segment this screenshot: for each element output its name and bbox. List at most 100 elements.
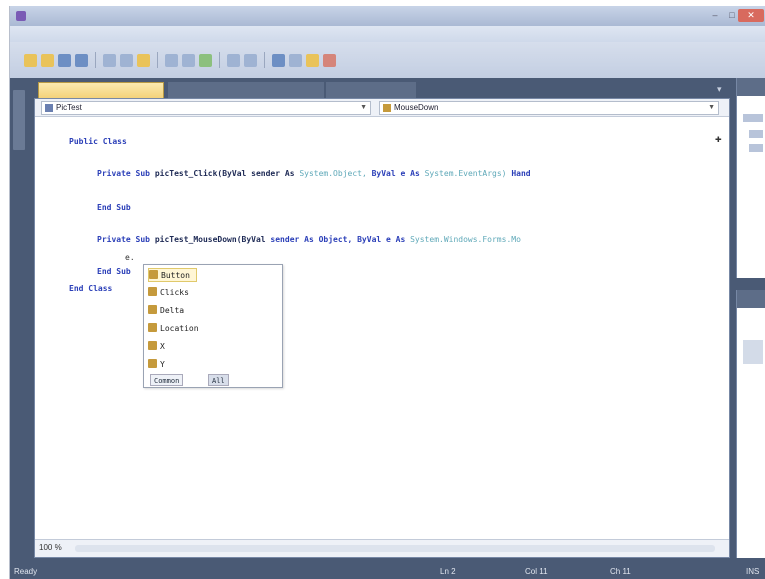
split-handle-icon[interactable]: ✚ — [715, 132, 722, 145]
tab-code-file[interactable] — [38, 82, 164, 98]
menu-bar — [10, 26, 765, 42]
intellisense-item[interactable]: Button — [148, 268, 197, 282]
ide-window: – □ ✕ ▾ PicTest ▼ MouseDown ▼ ✚ Public C… — [9, 6, 765, 579]
property-icon — [148, 287, 157, 296]
intellisense-item[interactable]: Clicks — [148, 286, 189, 300]
type-name: System.Windows.Forms.Mo — [410, 235, 521, 244]
pause-icon[interactable] — [227, 53, 240, 67]
keyword: Private Sub — [97, 235, 150, 244]
toolbar-separator — [219, 52, 220, 68]
left-dock-strip — [10, 78, 28, 568]
zoom-level[interactable]: 100 % — [39, 543, 62, 552]
property-icon — [148, 341, 157, 350]
keyword: Public Class — [69, 137, 127, 146]
keyword: End Class — [69, 284, 113, 293]
toolbar-separator — [264, 52, 265, 68]
code-line: Public Class — [69, 137, 127, 146]
object-icon — [45, 104, 53, 112]
close-button[interactable]: ✕ — [738, 9, 764, 22]
code-line: Private Sub picTest_Click(ByVal sender A… — [97, 169, 531, 178]
horizontal-scrollbar[interactable] — [75, 545, 715, 552]
code-text-area[interactable]: ✚ Public Class Private Sub picTest_Click… — [35, 118, 729, 538]
class-name-dropdown[interactable]: PicTest ▼ — [41, 101, 371, 115]
close-tab-icon[interactable]: ▾ — [717, 84, 722, 95]
document-tab-strip: ▾ — [34, 78, 730, 98]
new-project-icon[interactable] — [24, 53, 37, 67]
chevron-down-icon: ▼ — [708, 104, 715, 111]
find-icon[interactable] — [272, 53, 285, 67]
method-signature: picTest_MouseDown(ByVal — [154, 235, 266, 244]
status-column: Col 11 — [525, 567, 548, 576]
panel-header — [737, 78, 765, 96]
text-caret: e. — [125, 253, 135, 262]
code-editor[interactable]: PicTest ▼ MouseDown ▼ ✚ Public Class Pri… — [34, 98, 730, 558]
minimize-button[interactable]: – — [706, 9, 724, 22]
undo-icon[interactable] — [165, 53, 178, 67]
parameter: sender As Object, ByVal e As — [270, 235, 406, 244]
tab-object-browser[interactable] — [326, 82, 416, 98]
keyword: Hand — [511, 169, 531, 178]
paste-icon[interactable] — [137, 53, 150, 67]
property-icon — [148, 359, 157, 368]
title-bar: – □ ✕ — [10, 6, 765, 26]
type-name: System.Object, — [299, 169, 367, 178]
start-debug-icon[interactable] — [199, 53, 212, 67]
parameter: sender As — [251, 169, 295, 178]
toolbar-separator — [95, 52, 96, 68]
tab-designer[interactable] — [168, 82, 324, 98]
method-name-value: MouseDown — [394, 103, 439, 112]
keyword: End Sub — [97, 203, 131, 212]
tree-item[interactable] — [749, 130, 763, 138]
code-line: End Sub — [97, 203, 131, 212]
solution-explorer-icon[interactable] — [289, 53, 302, 67]
navigation-bar: PicTest ▼ MouseDown ▼ — [35, 99, 729, 117]
code-line: Private Sub picTest_MouseDown(ByVal send… — [97, 235, 521, 244]
panel-header — [737, 290, 765, 308]
stop-icon[interactable] — [244, 53, 257, 67]
intellisense-item[interactable]: X — [148, 340, 165, 354]
app-icon — [16, 11, 26, 21]
type-name: System.EventArgs) — [424, 169, 507, 178]
solution-explorer-panel — [736, 78, 765, 278]
cut-icon[interactable] — [103, 53, 116, 67]
status-text: Ready — [14, 567, 38, 576]
code-line: End Sub — [97, 267, 131, 276]
save-all-icon[interactable] — [75, 53, 88, 67]
parameter: ByVal e As — [371, 169, 420, 178]
keyword: End Sub — [97, 267, 131, 276]
toolbox-tab[interactable] — [13, 90, 25, 150]
standard-toolbar — [10, 42, 765, 78]
status-insert-mode: INS — [746, 567, 760, 576]
method-name-dropdown[interactable]: MouseDown ▼ — [379, 101, 719, 115]
intellisense-popup: Button Clicks Delta Location X Y Common … — [143, 264, 283, 388]
copy-icon[interactable] — [120, 53, 133, 67]
event-icon — [383, 104, 391, 112]
toolbar-separator — [157, 52, 158, 68]
toolbox-icon[interactable] — [323, 53, 336, 67]
property-icon — [148, 305, 157, 314]
code-line: End Class — [69, 284, 112, 293]
open-file-icon[interactable] — [41, 53, 54, 67]
intellisense-item[interactable]: Location — [148, 322, 199, 336]
properties-icon[interactable] — [306, 53, 319, 67]
save-icon[interactable] — [58, 53, 71, 67]
property-icon — [148, 323, 157, 332]
property-grid[interactable] — [743, 340, 763, 364]
editor-footer: 100 % — [35, 539, 729, 557]
tree-item[interactable] — [749, 144, 763, 152]
intellisense-filter-tabs: Common All — [146, 374, 280, 387]
intellisense-tab-common[interactable]: Common — [150, 374, 184, 386]
status-char: Ch 11 — [610, 567, 631, 576]
method-signature: picTest_Click(ByVal — [154, 169, 247, 178]
properties-panel — [736, 290, 765, 558]
intellisense-tab-all[interactable]: All — [208, 374, 229, 386]
intellisense-item[interactable]: Y — [148, 358, 165, 372]
status-bar: Ready Ln 2 Col 11 Ch 11 INS — [10, 564, 765, 579]
class-name-value: PicTest — [56, 103, 82, 112]
status-line: Ln 2 — [440, 567, 456, 576]
keyword: Private Sub — [97, 169, 150, 178]
redo-icon[interactable] — [182, 53, 195, 67]
tree-item[interactable] — [743, 114, 763, 122]
intellisense-item[interactable]: Delta — [148, 304, 184, 318]
chevron-down-icon: ▼ — [360, 104, 367, 111]
